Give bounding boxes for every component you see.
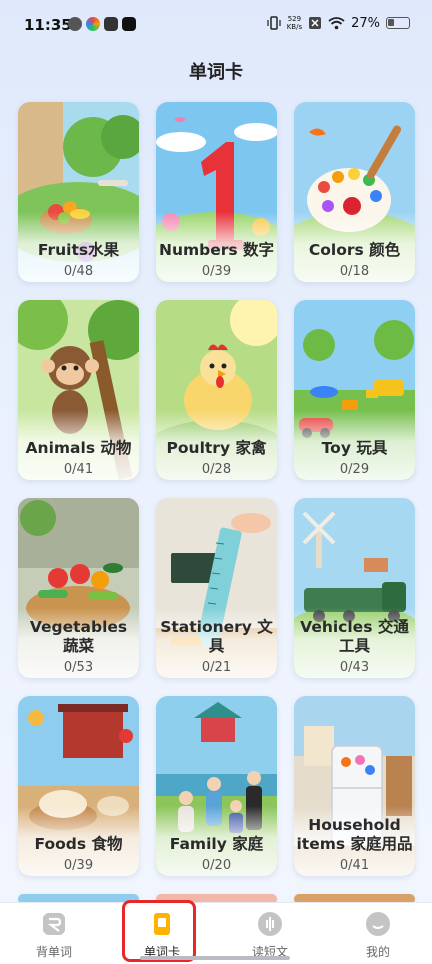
- card-title: Foods 食物: [34, 835, 123, 853]
- card-vehicles[interactable]: Vehicles 交通工具 0/43: [294, 498, 415, 678]
- card-stationery[interactable]: Stationery 文具 0/21: [156, 498, 277, 678]
- app-notification-icon: [104, 17, 118, 31]
- card-animals[interactable]: Animals 动物 0/41: [18, 300, 139, 480]
- card-progress: 0/21: [201, 660, 232, 675]
- card-title: Numbers 数字: [158, 241, 275, 259]
- selection-highlight: [122, 900, 196, 962]
- wifi-icon: [328, 17, 345, 30]
- nav-item-reading[interactable]: 读短文: [216, 903, 324, 964]
- vibrate-icon: [267, 16, 281, 30]
- card-title: Colors 颜色: [308, 241, 401, 259]
- card-title: Household items 家庭用品: [296, 816, 413, 853]
- status-right: 529 KB/s 27%: [267, 15, 410, 31]
- card-title: Poultry 家禽: [166, 439, 267, 457]
- card-title: Fruits水果: [37, 241, 120, 259]
- battery-percent: 27%: [351, 15, 380, 31]
- profile-icon: [366, 912, 390, 936]
- card-progress: 0/41: [63, 462, 94, 477]
- app-notification-icon: [68, 17, 82, 31]
- nav-item-memorize[interactable]: 背单词: [0, 903, 108, 964]
- notification-icons: [68, 17, 136, 31]
- card-title: Toy 玩具: [321, 439, 388, 457]
- card-household[interactable]: Household items 家庭用品 0/41: [294, 696, 415, 876]
- card-foods[interactable]: Foods 食物 0/39: [18, 696, 139, 876]
- card-toy[interactable]: Toy 玩具 0/29: [294, 300, 415, 480]
- card-title: Vehicles 交通工具: [300, 618, 409, 655]
- card-poultry[interactable]: Poultry 家禽 0/28: [156, 300, 277, 480]
- page-title: 单词卡: [189, 62, 243, 83]
- card-progress: 0/48: [63, 264, 94, 279]
- card-progress: 0/28: [201, 462, 232, 477]
- app-notification-icon: [86, 17, 100, 31]
- net-speed-unit: KB/s: [286, 23, 303, 31]
- tiktok-icon: [122, 17, 136, 31]
- card-title: Vegetables 蔬菜: [29, 618, 128, 655]
- card-progress: 0/39: [201, 264, 232, 279]
- card-title: Animals 动物: [25, 439, 132, 457]
- nav-item-profile[interactable]: 我的: [324, 903, 432, 964]
- card-progress: 0/20: [201, 858, 232, 873]
- card-progress: 0/18: [339, 264, 370, 279]
- battery-icon: [386, 17, 410, 29]
- net-speed: 529 KB/s: [287, 15, 302, 31]
- net-speed-value: 529: [287, 15, 302, 23]
- card-progress: 0/29: [339, 462, 370, 477]
- card-progress: 0/53: [63, 660, 94, 675]
- home-indicator[interactable]: [140, 956, 290, 960]
- card-title: Stationery 文具: [160, 618, 273, 655]
- status-time: 11:35: [24, 16, 72, 34]
- memorize-icon: [43, 913, 65, 935]
- card-numbers[interactable]: Numbers 数字 0/39: [156, 102, 277, 282]
- audio-icon: [258, 912, 282, 936]
- card-vegetables[interactable]: Vegetables 蔬菜 0/53: [18, 498, 139, 678]
- sim-icon: [309, 17, 322, 29]
- card-title: Family 家庭: [169, 835, 264, 853]
- card-progress: 0/39: [63, 858, 94, 873]
- card-progress: 0/41: [339, 858, 370, 873]
- nav-label: 背单词: [35, 945, 72, 959]
- card-fruits[interactable]: Fruits水果 0/48: [18, 102, 139, 282]
- card-colors[interactable]: Colors 颜色 0/18: [294, 102, 415, 282]
- nav-label: 我的: [365, 945, 390, 959]
- bottom-nav: 背单词 单词卡 读短文 我的: [0, 902, 432, 964]
- card-progress: 0/43: [339, 660, 370, 675]
- status-bar: 11:35 529 KB/s 27%: [0, 0, 432, 48]
- card-family[interactable]: Family 家庭 0/20: [156, 696, 277, 876]
